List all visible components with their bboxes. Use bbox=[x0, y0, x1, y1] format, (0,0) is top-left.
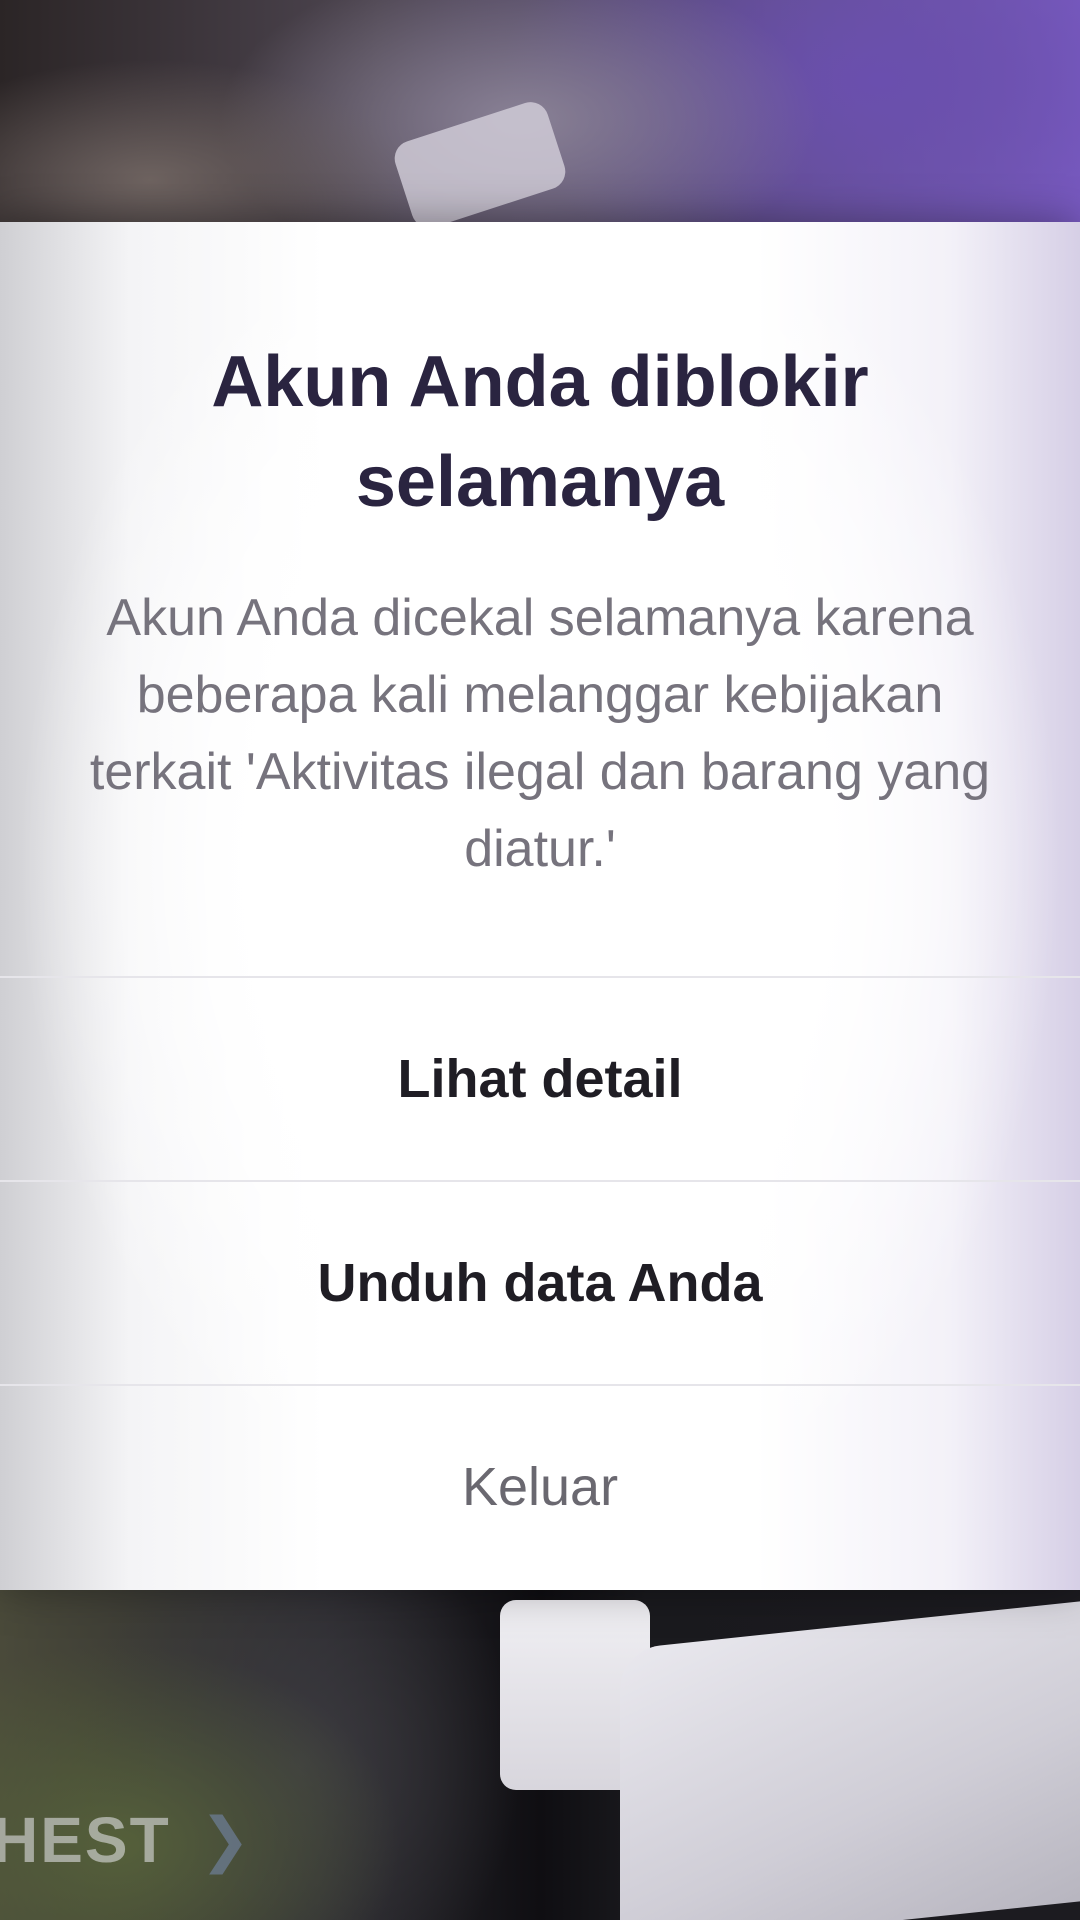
download-data-button[interactable]: Unduh data Anda bbox=[0, 1182, 1080, 1384]
dialog-title: Akun Anda diblokir selamanya bbox=[211, 342, 869, 522]
background-garment bbox=[390, 97, 570, 233]
background-watermark-text: HEST bbox=[0, 1804, 171, 1876]
logout-button[interactable]: Keluar bbox=[0, 1386, 1080, 1588]
view-details-button[interactable]: Lihat detail bbox=[0, 978, 1080, 1180]
screen: HEST ❯ Akun Anda diblokir selamanya Akun… bbox=[0, 0, 1080, 1920]
background-photo-top bbox=[0, 0, 1080, 233]
background-chevron-icon: ❯ bbox=[200, 1805, 251, 1875]
dialog-body: Akun Anda diblokir selamanya Akun Anda d… bbox=[60, 222, 1020, 978]
dialog-message: Akun Anda dicekal selamanya karena beber… bbox=[89, 589, 991, 878]
ban-dialog: Akun Anda diblokir selamanya Akun Anda d… bbox=[0, 222, 1080, 1590]
background-box bbox=[620, 1600, 1080, 1920]
background-photo-bottom: HEST ❯ bbox=[0, 1585, 1080, 1920]
